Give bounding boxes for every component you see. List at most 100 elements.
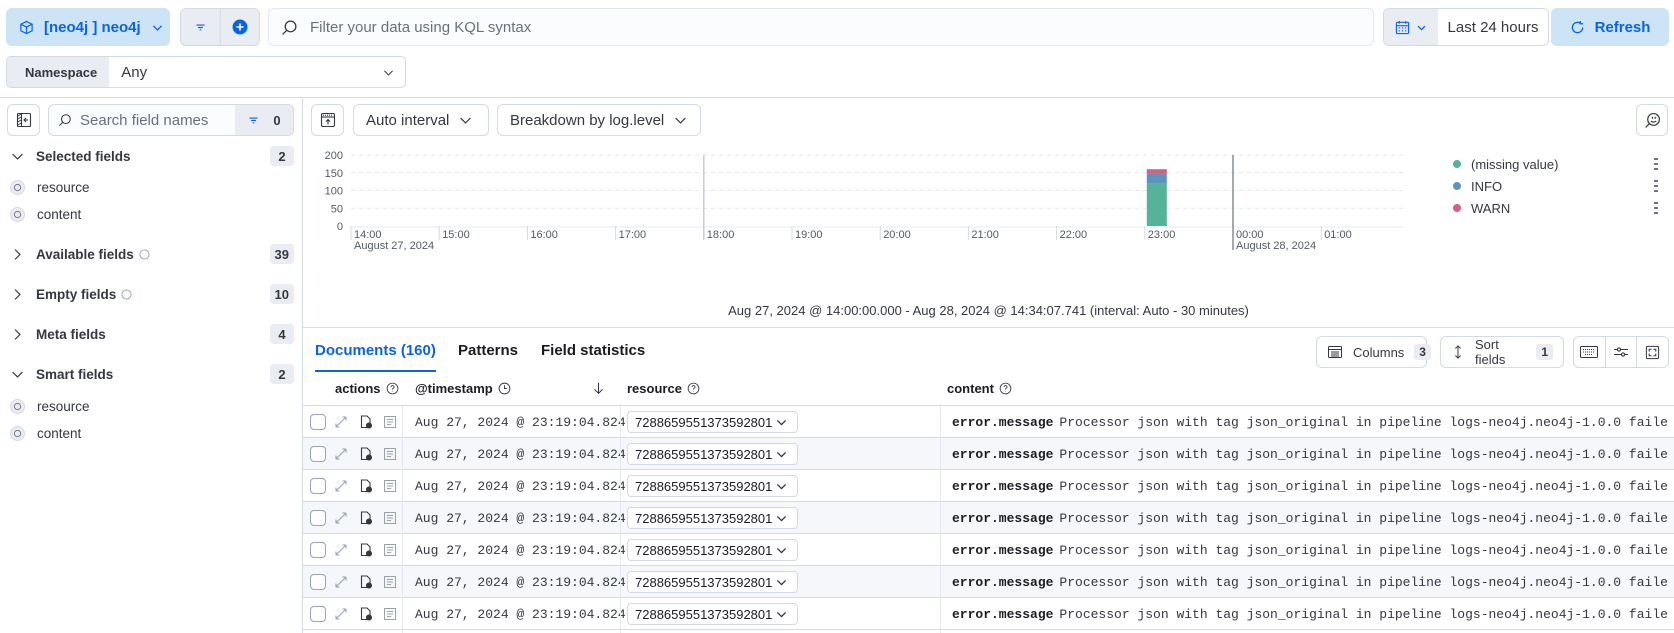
resource-badge[interactable]: 7288659551373592801 xyxy=(627,603,798,625)
resource-badge[interactable]: 7288659551373592801 xyxy=(627,443,798,465)
resource-badge[interactable]: 7288659551373592801 xyxy=(627,411,798,433)
collapse-sidebar-button[interactable] xyxy=(7,104,40,136)
legend-actions-icon[interactable] xyxy=(1654,179,1658,193)
legend-actions-icon[interactable] xyxy=(1654,201,1658,215)
log-details-icon[interactable] xyxy=(383,511,397,525)
help-icon[interactable] xyxy=(139,248,150,260)
table-row[interactable]: Aug 27, 2024 @ 23:19:04.824 7288659551373… xyxy=(303,502,1674,534)
expand-icon[interactable] xyxy=(334,511,348,525)
column-header-resource[interactable]: resource xyxy=(627,378,700,398)
column-header-content[interactable]: content xyxy=(947,378,1012,398)
quick-select-button[interactable] xyxy=(1384,9,1438,45)
row-checkbox[interactable] xyxy=(310,510,326,526)
table-row[interactable]: Aug 27, 2024 @ 23:19:04.824 7288659551373… xyxy=(303,438,1674,470)
sort-fields-button[interactable]: Sort fields 1 xyxy=(1440,336,1564,368)
filter-controls xyxy=(180,8,260,46)
row-checkbox[interactable] xyxy=(310,574,326,590)
table-row[interactable]: Aug 27, 2024 @ 23:19:04.824 7288659551373… xyxy=(303,534,1674,566)
sort-direction-button[interactable] xyxy=(592,378,605,398)
data-view-selector[interactable]: [neo4j ] neo4j xyxy=(6,8,170,46)
display-settings-button[interactable] xyxy=(1604,337,1637,367)
legend-item[interactable]: WARN xyxy=(1453,197,1668,219)
add-filter-button[interactable] xyxy=(219,9,259,45)
expand-icon[interactable] xyxy=(334,479,348,493)
row-checkbox[interactable] xyxy=(310,414,326,430)
resource-value: 7288659551373592801 xyxy=(635,446,773,462)
row-checkbox[interactable] xyxy=(310,478,326,494)
document-view-icon[interactable] xyxy=(359,511,373,525)
row-checkbox[interactable] xyxy=(310,542,326,558)
tab-field-statistics[interactable]: Field statistics xyxy=(541,342,645,372)
table-row[interactable]: Aug 27, 2024 @ 23:19:04.824 7288659551373… xyxy=(303,406,1674,438)
help-icon[interactable] xyxy=(386,382,399,395)
log-details-icon[interactable] xyxy=(383,607,397,621)
tab-patterns[interactable]: Patterns xyxy=(458,342,518,372)
chevron-down-icon xyxy=(459,114,472,127)
columns-button[interactable]: Columns 3 xyxy=(1316,336,1431,368)
legend-actions-icon[interactable] xyxy=(1654,157,1658,171)
namespace-filter[interactable]: Namespace Any xyxy=(6,56,406,88)
table-row[interactable]: Aug 27, 2024 @ 23:19:04.824 7288659551373… xyxy=(303,470,1674,502)
resource-badge[interactable]: 7288659551373592801 xyxy=(627,475,798,497)
field-item-resource[interactable]: resource xyxy=(10,176,90,198)
legend-item[interactable]: INFO xyxy=(1453,175,1668,197)
help-icon[interactable] xyxy=(687,382,700,395)
document-view-icon[interactable] xyxy=(359,607,373,621)
log-details-icon[interactable] xyxy=(383,415,397,429)
fullscreen-button[interactable] xyxy=(1636,337,1668,367)
refresh-button[interactable]: Refresh xyxy=(1551,8,1669,46)
column-header-timestamp[interactable]: @timestamp xyxy=(415,378,511,398)
group-count: 2 xyxy=(270,364,294,384)
toggle-chart-button[interactable] xyxy=(311,104,344,136)
legend-item[interactable]: (missing value) xyxy=(1453,153,1668,175)
row-checkbox[interactable] xyxy=(310,446,326,462)
field-type-filter-button[interactable]: 0 xyxy=(235,105,293,135)
group-meta-fields[interactable]: Meta fields 4 xyxy=(8,321,294,347)
bar-segment-warn xyxy=(1146,169,1167,174)
breakdown-selector[interactable]: Breakdown by log.level xyxy=(497,104,701,136)
field-item-resource[interactable]: resource xyxy=(10,395,90,417)
log-details-icon[interactable] xyxy=(383,447,397,461)
ai-assistant-button[interactable] xyxy=(1636,104,1668,136)
field-search-input[interactable]: Search field names xyxy=(49,105,235,135)
group-empty-fields[interactable]: Empty fields 10 xyxy=(8,281,294,307)
filter-menu-button[interactable] xyxy=(181,9,220,45)
document-view-icon[interactable] xyxy=(359,543,373,557)
expand-icon[interactable] xyxy=(334,447,348,461)
document-view-icon[interactable] xyxy=(359,447,373,461)
field-item-content[interactable]: content xyxy=(10,422,81,444)
table-row[interactable]: Aug 27, 2024 @ 23:19:04.824 7288659551373… xyxy=(303,566,1674,598)
help-icon[interactable] xyxy=(121,288,132,300)
group-smart-fields[interactable]: Smart fields 2 xyxy=(8,361,294,387)
group-selected-fields[interactable]: Selected fields 2 xyxy=(8,143,294,169)
row-checkbox[interactable] xyxy=(310,606,326,622)
namespace-label: Namespace xyxy=(7,57,110,87)
log-details-icon[interactable] xyxy=(383,543,397,557)
chevron-right-icon xyxy=(8,328,26,341)
help-icon[interactable] xyxy=(999,382,1012,395)
tab-documents[interactable]: Documents (160) xyxy=(315,342,436,372)
resource-badge[interactable]: 7288659551373592801 xyxy=(627,571,798,593)
expand-icon[interactable] xyxy=(334,575,348,589)
chevron-down-icon xyxy=(776,609,787,620)
document-view-icon[interactable] xyxy=(359,479,373,493)
keyboard-shortcuts-button[interactable] xyxy=(1574,337,1605,367)
expand-icon[interactable] xyxy=(334,543,348,557)
histogram-chart[interactable]: 20015010050014:00 15:00 16:00 17:00 18:00 19:… xyxy=(303,140,1403,260)
time-range-display[interactable]: Last 24 hours xyxy=(1438,9,1548,45)
expand-icon[interactable] xyxy=(334,415,348,429)
interval-selector[interactable]: Auto interval xyxy=(353,104,489,136)
kql-search-input[interactable]: Filter your data using KQL syntax xyxy=(268,8,1374,46)
column-header-actions[interactable]: actions xyxy=(335,378,399,398)
table-row[interactable]: Aug 27, 2024 @ 23:19:04.824 7288659551373… xyxy=(303,598,1674,630)
field-item-content[interactable]: content xyxy=(10,203,81,225)
expand-icon[interactable] xyxy=(334,607,348,621)
document-view-icon[interactable] xyxy=(359,415,373,429)
log-details-icon[interactable] xyxy=(383,479,397,493)
resource-badge[interactable]: 7288659551373592801 xyxy=(627,539,798,561)
document-view-icon[interactable] xyxy=(359,575,373,589)
field-type-icon xyxy=(10,206,25,222)
resource-badge[interactable]: 7288659551373592801 xyxy=(627,507,798,529)
log-details-icon[interactable] xyxy=(383,575,397,589)
group-available-fields[interactable]: Available fields 39 xyxy=(8,241,294,267)
